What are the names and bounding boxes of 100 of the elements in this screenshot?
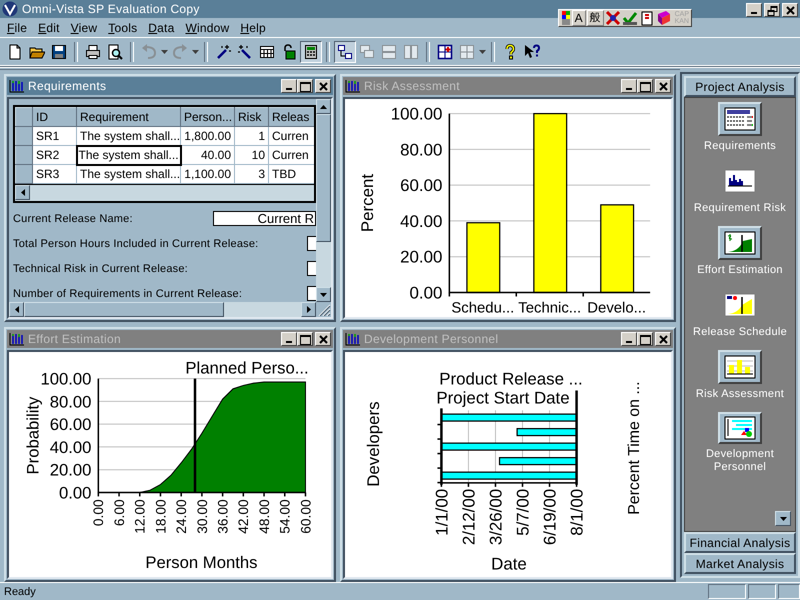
toolbar-button[interactable]: [300, 41, 322, 63]
scroll-right-button[interactable]: [301, 302, 316, 317]
scroll-left-button[interactable]: [15, 185, 30, 200]
close-button[interactable]: [315, 332, 331, 346]
input-field[interactable]: [307, 236, 316, 251]
row-header[interactable]: [16, 126, 32, 146]
minimize-button[interactable]: [746, 3, 762, 17]
scroll-down-button[interactable]: [775, 511, 791, 526]
shortcut-label[interactable]: Requirements: [690, 140, 790, 153]
menu-item[interactable]: Data: [143, 20, 180, 34]
shortcut-label[interactable]: Release Schedule: [690, 326, 790, 339]
close-button[interactable]: [782, 3, 798, 17]
tools-icon: [604, 10, 621, 26]
axis-title: Developers: [364, 401, 383, 487]
input-mode-key[interactable]: A: [572, 10, 586, 26]
minimize-icon: [626, 88, 632, 90]
shortcut-label[interactable]: Requirement Risk: [690, 202, 790, 215]
table-cell: TBD: [268, 164, 314, 184]
table-cell: 1,100.00: [180, 164, 234, 184]
shortcut-button[interactable]: [718, 226, 762, 260]
close-icon: [656, 80, 670, 92]
table-cell[interactable]: The system shall...: [76, 146, 180, 164]
maximize-button[interactable]: [297, 79, 313, 93]
cascade-windows-icon: [359, 44, 375, 60]
row-header[interactable]: [16, 146, 32, 164]
tick-label: 100.00: [390, 104, 442, 124]
group-header-button[interactable]: Project Analysis: [684, 76, 796, 97]
undo-arrow-icon: [141, 44, 157, 60]
tick-label: 80.00: [400, 140, 442, 160]
toolbar-button[interactable]: [334, 41, 356, 63]
save-icon: [51, 44, 67, 60]
menu-item[interactable]: Help: [235, 20, 272, 34]
group-header-button[interactable]: Financial Analysis: [684, 532, 796, 553]
close-button[interactable]: [315, 79, 331, 93]
maximize-button[interactable]: [637, 332, 653, 346]
tick-label: 24.00: [174, 499, 190, 534]
input-field[interactable]: [307, 261, 316, 276]
menu-item[interactable]: Window: [180, 20, 236, 34]
shortcut-label[interactable]: Effort Estimation: [690, 264, 790, 277]
window-title: Development Personnel: [364, 332, 500, 346]
tick-label: 6.00: [112, 499, 127, 526]
status-panel: [778, 584, 800, 599]
close-button[interactable]: [655, 332, 671, 346]
close-button[interactable]: [655, 79, 671, 93]
field-label: Technical Risk in Current Release:: [13, 262, 188, 274]
scroll-left-button[interactable]: [9, 302, 24, 317]
shortcut-button[interactable]: [718, 102, 762, 136]
horizontal-scrollbar[interactable]: [9, 302, 316, 317]
tick-label: 60.00: [50, 415, 92, 434]
input-field[interactable]: [307, 286, 316, 301]
minimize-button[interactable]: [281, 79, 297, 93]
left-arrow-icon: [14, 306, 18, 313]
menu-item[interactable]: Tools: [103, 20, 144, 34]
group-header-button[interactable]: Market Analysis: [684, 553, 796, 574]
input-field[interactable]: Current R: [213, 211, 316, 226]
restore-button[interactable]: [764, 3, 780, 17]
marker-label: Planned Perso...: [185, 358, 309, 378]
window-title: Effort Estimation: [28, 332, 122, 346]
table-cell: 10: [234, 146, 268, 164]
scroll-down-button[interactable]: [316, 287, 331, 302]
column-header[interactable]: Requirement: [76, 108, 180, 126]
shortcut-button[interactable]: [718, 412, 762, 444]
preview-icon: [107, 44, 123, 60]
minimize-button[interactable]: [621, 332, 637, 346]
input-method-key[interactable]: 般: [586, 10, 604, 26]
shortcut-button[interactable]: [718, 350, 762, 384]
tick-label: 36.00: [216, 499, 231, 534]
shortcut-label[interactable]: Development Personnel: [690, 448, 790, 474]
horizontal-scrollbar[interactable]: [15, 184, 314, 201]
maximize-button[interactable]: [297, 332, 313, 346]
status-text: Ready: [3, 586, 36, 598]
vertical-scrollbar[interactable]: [316, 99, 331, 302]
column-header[interactable]: Risk: [234, 108, 268, 126]
maximize-button[interactable]: [637, 79, 653, 93]
table-cell[interactable]: The system shall...: [76, 126, 180, 146]
column-header[interactable]: Releas: [268, 108, 314, 126]
row-header[interactable]: [16, 108, 32, 126]
close-icon: [784, 4, 796, 16]
shortcut-label[interactable]: Risk Assessment: [690, 388, 790, 401]
scroll-up-button[interactable]: [316, 99, 331, 114]
minimize-icon: [286, 341, 292, 343]
minimize-button[interactable]: [281, 332, 297, 346]
menu-item[interactable]: Edit: [33, 20, 66, 34]
close-icon: [316, 334, 330, 344]
color-squares-icon: [560, 10, 571, 26]
tick-label: 3/26/00: [486, 488, 506, 546]
tick-label: 60.00: [400, 176, 442, 196]
tick-label: 8/1/00: [568, 488, 587, 536]
caret-icon: [192, 50, 199, 54]
maximize-icon: [298, 334, 312, 344]
magic-wand-icon: [215, 44, 231, 60]
menu-item[interactable]: File: [2, 20, 34, 34]
column-header[interactable]: Person...: [180, 108, 234, 126]
scroll-thumb[interactable]: [316, 114, 331, 242]
scroll-thumb[interactable]: [24, 302, 224, 317]
column-header[interactable]: ID: [32, 108, 76, 126]
area-chart-icon: [724, 293, 756, 317]
chart-icon: [345, 79, 361, 93]
minimize-button[interactable]: [621, 79, 637, 93]
menu-item[interactable]: View: [66, 20, 104, 34]
